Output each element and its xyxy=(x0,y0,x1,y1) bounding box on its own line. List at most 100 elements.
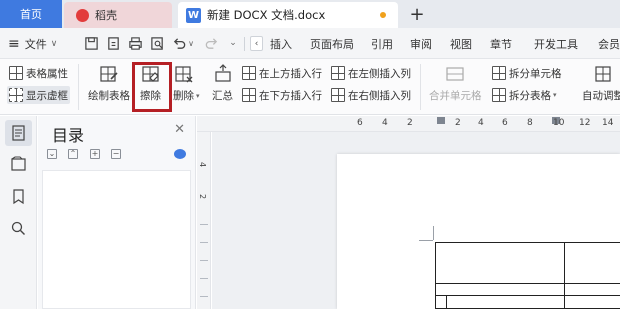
table-col-line xyxy=(564,243,565,309)
ribbon-scroll-left-button[interactable]: ‹ xyxy=(250,36,263,51)
insert-row-above-icon xyxy=(242,66,256,80)
file-menu-label: 文件 xyxy=(24,38,47,51)
print-preview-button[interactable] xyxy=(148,34,166,52)
vertical-ruler: 4 2 xyxy=(197,132,211,309)
split-table-icon xyxy=(492,88,506,102)
auto-fit-icon xyxy=(595,66,611,82)
gridlines-icon xyxy=(9,88,23,102)
file-menu[interactable]: ≡ 文件 ∨ xyxy=(8,33,57,55)
document-table[interactable] xyxy=(435,242,620,309)
search-nav-button[interactable] xyxy=(10,220,27,237)
menu-item-insert[interactable]: 插入 xyxy=(270,36,292,52)
table-tools-ribbon: 表格属性 显示虚框 绘制表格 擦除 删除 ▾ 汇总 在上方插入行 在下方插入行 … xyxy=(0,59,620,115)
redo-button[interactable] xyxy=(202,34,220,52)
document-canvas xyxy=(212,132,620,309)
tab-document[interactable]: W 新建 DOCX 文档.docx xyxy=(178,2,398,28)
menu-item-member[interactable]: 会员 xyxy=(598,36,620,52)
menu-item-page-layout[interactable]: 页面布局 xyxy=(310,36,354,52)
menu-item-developer[interactable]: 开发工具 xyxy=(534,36,578,52)
delete-dropdown-chevron-icon[interactable]: ▾ xyxy=(196,92,200,100)
quick-access-more-icon[interactable]: ⌄ xyxy=(224,34,242,52)
merge-cells-icon xyxy=(446,67,464,81)
delete-table-icon xyxy=(174,66,192,83)
insert-col-left-icon xyxy=(331,66,345,80)
horizontal-ruler: 6 4 2 2 4 6 8 10 12 14 xyxy=(197,116,620,132)
summary-icon xyxy=(214,64,231,82)
tab-daoke[interactable]: 稻壳 xyxy=(64,2,172,28)
insert-col-left-button[interactable]: 在左侧插入列 xyxy=(331,64,411,82)
menu-item-chapter[interactable]: 章节 xyxy=(490,36,512,52)
toc-nav-button[interactable] xyxy=(5,120,32,146)
ruler-tick xyxy=(200,260,208,261)
auto-fit-button[interactable]: 自动调整 xyxy=(582,64,620,103)
crop-mark xyxy=(433,226,434,240)
pages-nav-button[interactable] xyxy=(10,155,27,172)
ruler-tick xyxy=(200,224,208,225)
add-heading-icon[interactable]: + xyxy=(90,149,100,159)
insert-row-below-label: 在下方插入行 xyxy=(259,89,322,102)
indent-marker-icon[interactable] xyxy=(437,117,445,124)
save-icon xyxy=(84,36,98,50)
insert-row-above-button[interactable]: 在上方插入行 xyxy=(242,64,322,82)
bookmark-icon xyxy=(13,189,24,205)
remove-heading-icon[interactable]: − xyxy=(111,149,121,159)
split-cells-label: 拆分单元格 xyxy=(509,67,562,80)
menu-item-references[interactable]: 引用 xyxy=(371,36,393,52)
split-table-chevron-icon: ▾ xyxy=(553,91,557,99)
collapse-down-icon[interactable]: ⌄ xyxy=(47,149,57,159)
table-properties-button[interactable]: 表格属性 xyxy=(9,64,68,82)
table-row-line xyxy=(436,295,620,296)
document-page[interactable] xyxy=(337,154,620,309)
auto-fit-label: 自动调整 xyxy=(582,90,620,102)
chevron-down-icon: ∨ xyxy=(50,39,58,49)
print-button[interactable] xyxy=(126,34,144,52)
tab-home[interactable]: 首页 xyxy=(0,0,62,28)
ruler-tick xyxy=(200,278,208,279)
export-pdf-button[interactable] xyxy=(104,34,122,52)
save-button[interactable] xyxy=(82,34,100,52)
merge-cells-label: 合并单元格 xyxy=(429,90,482,102)
ruler-tick-label: 4 xyxy=(382,118,388,128)
menu-bar: ≡ 文件 ∨ ∨ ⌄ ‹ 插入 页面布局 引用 审阅 视图 章节 开发工具 会员 xyxy=(0,28,620,59)
ruler-tick-label: 4 xyxy=(198,161,208,168)
merge-cells-button[interactable]: 合并单元格 xyxy=(429,64,482,103)
ruler-tick-label: 14 xyxy=(602,118,614,128)
summary-label: 汇总 xyxy=(212,90,233,102)
draw-table-button[interactable]: 绘制表格 xyxy=(88,64,130,103)
ruler-tick-label: 2 xyxy=(455,118,461,128)
bookmark-nav-button[interactable] xyxy=(10,188,27,205)
outline-icon xyxy=(12,125,25,141)
redo-icon xyxy=(205,37,217,49)
print-preview-icon xyxy=(150,36,163,50)
toc-list xyxy=(42,170,191,309)
table-row-line xyxy=(436,283,620,284)
ruler-tick-label: 12 xyxy=(579,118,591,128)
show-gridlines-label: 显示虚框 xyxy=(26,89,68,102)
print-icon xyxy=(128,36,142,50)
ruler-tick-label: 4 xyxy=(478,118,484,128)
insert-row-above-label: 在上方插入行 xyxy=(259,67,322,80)
insert-row-below-button[interactable]: 在下方插入行 xyxy=(242,86,322,104)
toc-view-icon[interactable] xyxy=(174,149,186,159)
split-cells-button[interactable]: 拆分单元格 xyxy=(492,64,562,82)
left-nav-toolbar xyxy=(0,116,37,309)
ruler-tick-label: 2 xyxy=(407,118,413,128)
split-cells-icon xyxy=(492,66,506,80)
divider xyxy=(244,37,245,51)
insert-col-right-button[interactable]: 在右侧插入列 xyxy=(331,86,411,104)
undo-dropdown-chevron-icon[interactable]: ∨ xyxy=(186,34,196,52)
summary-button[interactable]: 汇总 xyxy=(212,64,233,103)
close-icon[interactable]: ✕ xyxy=(174,122,185,137)
split-table-button[interactable]: 拆分表格 ▾ xyxy=(492,86,557,104)
divider xyxy=(420,64,421,110)
menu-item-view[interactable]: 视图 xyxy=(450,36,472,52)
tab-bar: 首页 稻壳 W 新建 DOCX 文档.docx + xyxy=(0,0,620,28)
menu-item-review[interactable]: 审阅 xyxy=(410,36,432,52)
delete-button[interactable]: 删除 xyxy=(173,64,194,103)
collapse-up-icon[interactable]: ⌃ xyxy=(68,149,78,159)
tab-home-label: 首页 xyxy=(20,8,42,21)
new-tab-button[interactable]: + xyxy=(406,3,428,25)
tab-daoke-label: 稻壳 xyxy=(95,9,117,22)
show-gridlines-toggle[interactable]: 显示虚框 xyxy=(7,86,70,104)
ruler-tick xyxy=(200,296,208,297)
